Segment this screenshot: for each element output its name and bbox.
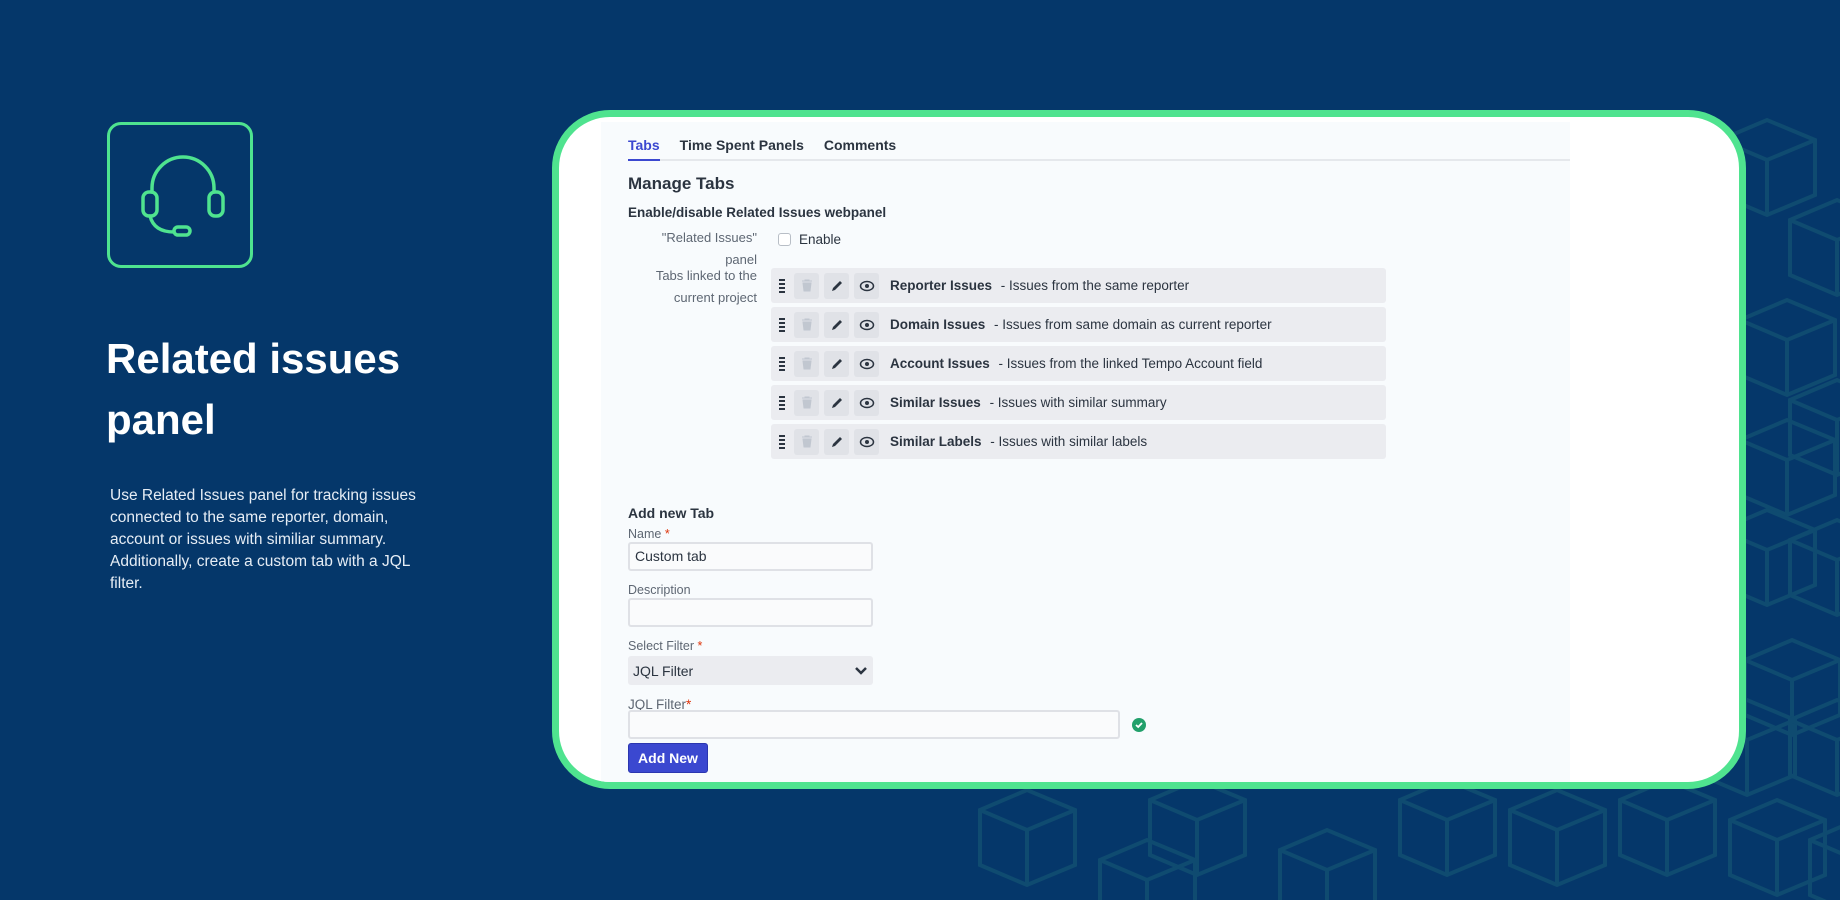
- edit-icon[interactable]: [824, 311, 849, 338]
- tab-bar: Tabs Time Spent Panels Comments: [628, 134, 1570, 161]
- linked-tab-title: Similar Labels: [890, 434, 982, 449]
- linked-tab-row: Reporter Issues - Issues from the same r…: [771, 268, 1386, 303]
- description-input[interactable]: [628, 598, 873, 627]
- visibility-eye-icon[interactable]: [854, 428, 879, 455]
- delete-icon[interactable]: [794, 272, 819, 299]
- drag-handle-icon[interactable]: [775, 312, 789, 338]
- delete-icon[interactable]: [794, 428, 819, 455]
- background-cube-shape: [1278, 827, 1377, 900]
- linked-tab-description: - Issues from same domain as current rep…: [990, 317, 1272, 332]
- linked-tab-title: Account Issues: [890, 356, 990, 371]
- linked-tab-description: - Issues from the linked Tempo Account f…: [994, 356, 1263, 371]
- valid-check-icon: [1132, 718, 1146, 732]
- edit-icon[interactable]: [824, 428, 849, 455]
- drag-handle-icon[interactable]: [775, 351, 789, 377]
- feature-icon-box: [107, 122, 253, 268]
- visibility-eye-icon[interactable]: [854, 389, 879, 416]
- tabs-linked-label: Tabs linked to the current project: [655, 268, 757, 305]
- settings-panel: Tabs Time Spent Panels Comments Manage T…: [601, 122, 1570, 782]
- linked-tab-description: - Issues with similar labels: [986, 434, 1148, 449]
- linked-tab-title: Similar Issues: [890, 395, 981, 410]
- delete-icon[interactable]: [794, 389, 819, 416]
- drag-handle-icon[interactable]: [775, 390, 789, 416]
- add-new-button[interactable]: Add New: [628, 743, 708, 773]
- description-label: Description: [628, 583, 691, 597]
- delete-icon[interactable]: [794, 350, 819, 377]
- background-cube-shape: [1398, 777, 1497, 878]
- drag-handle-icon[interactable]: [775, 273, 789, 299]
- add-new-tab-heading: Add new Tab: [628, 505, 715, 521]
- enable-webpanel-heading: Enable/disable Related Issues webpanel: [628, 205, 887, 220]
- background-cube-shape: [1618, 777, 1717, 878]
- select-filter-label: Select Filter *: [628, 639, 703, 653]
- background-cube-shape: [1788, 697, 1840, 798]
- name-input[interactable]: Custom tab: [628, 542, 873, 571]
- edit-icon[interactable]: [824, 389, 849, 416]
- visibility-eye-icon[interactable]: [854, 311, 879, 338]
- screenshot-card: Tabs Time Spent Panels Comments Manage T…: [552, 110, 1746, 789]
- headset-icon: [141, 155, 225, 237]
- enable-checkbox[interactable]: Enable: [778, 232, 841, 247]
- background-cube-shape: [1508, 787, 1607, 888]
- chevron-down-icon: [855, 666, 867, 675]
- tab-tabs[interactable]: Tabs: [628, 134, 660, 161]
- background-cube-shape: [1738, 297, 1837, 398]
- background-cube-shape: [1788, 197, 1840, 298]
- enable-label: Enable: [799, 232, 842, 247]
- visibility-eye-icon[interactable]: [854, 350, 879, 377]
- tab-comments[interactable]: Comments: [824, 134, 896, 161]
- drag-handle-icon[interactable]: [775, 429, 789, 455]
- edit-icon[interactable]: [824, 272, 849, 299]
- linked-tab-title: Domain Issues: [890, 317, 986, 332]
- filter-select-value: JQL Filter: [633, 662, 694, 679]
- hero-title: Related issues panel: [106, 335, 401, 443]
- linked-tab-title: Reporter Issues: [890, 278, 993, 293]
- delete-icon[interactable]: [794, 311, 819, 338]
- hero-description: Use Related Issues panel for tracking is…: [110, 487, 416, 592]
- linked-tabs-list: Reporter Issues - Issues from the same r…: [771, 268, 1386, 463]
- checkbox[interactable]: [778, 233, 791, 246]
- filter-select[interactable]: JQL Filter: [628, 656, 873, 685]
- manage-tabs-heading: Manage Tabs: [628, 174, 735, 193]
- linked-tab-row: Similar Issues - Issues with similar sum…: [771, 385, 1386, 420]
- linked-tab-description: - Issues with similar summary: [985, 395, 1167, 410]
- visibility-eye-icon[interactable]: [854, 272, 879, 299]
- linked-tab-row: Account Issues - Issues from the linked …: [771, 346, 1386, 381]
- background-cube-shape: [978, 787, 1077, 888]
- background-cube-shape: [1148, 777, 1247, 878]
- jql-filter-input[interactable]: [628, 710, 1120, 739]
- tab-time-spent-panels[interactable]: Time Spent Panels: [680, 134, 804, 161]
- edit-icon[interactable]: [824, 350, 849, 377]
- linked-tab-row: Domain Issues - Issues from same domain …: [771, 307, 1386, 342]
- name-label: Name *: [628, 527, 670, 541]
- linked-tab-description: - Issues from the same reporter: [997, 278, 1190, 293]
- linked-tab-row: Similar Labels - Issues with similar lab…: [771, 424, 1386, 459]
- background-cube-shape: [1788, 377, 1840, 478]
